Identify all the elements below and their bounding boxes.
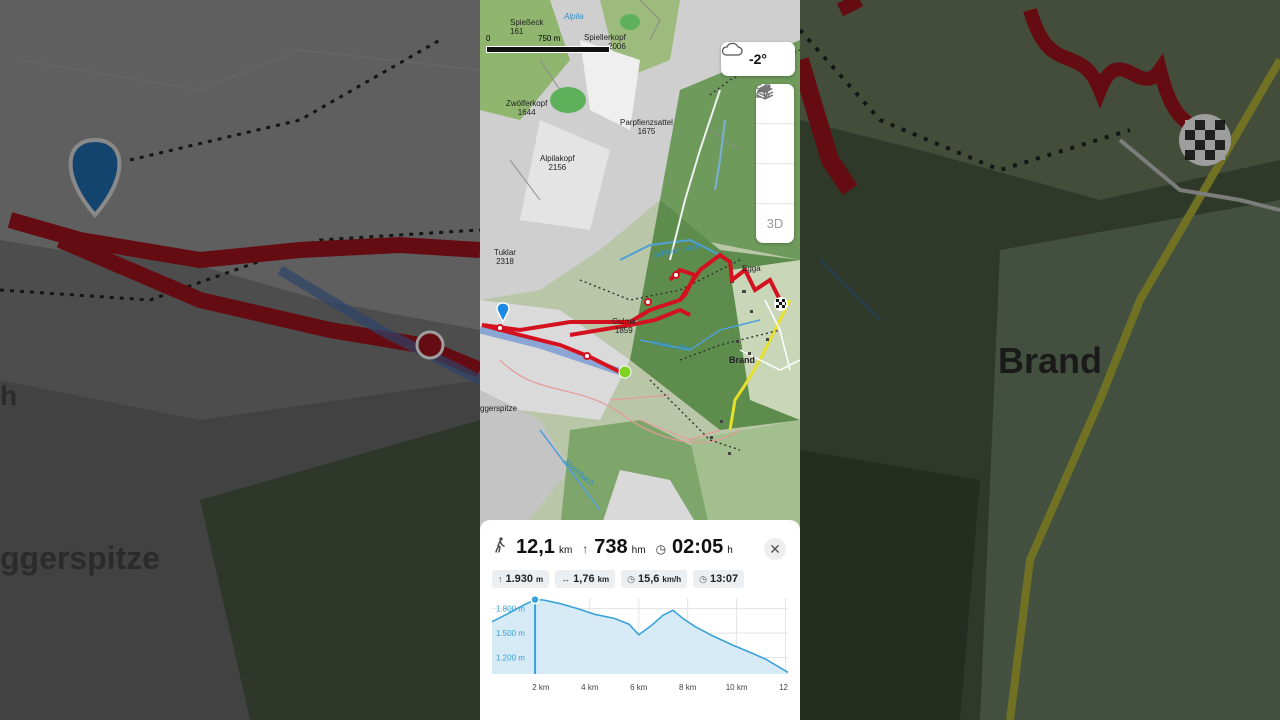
duration-unit: h: [727, 545, 733, 556]
profile-x-tick-label: 2 km: [532, 683, 550, 692]
map-place-parpfienzsattel: Parpfienzsattel 1675: [620, 118, 673, 136]
chip-speed-unit: km/h: [662, 575, 682, 584]
map-controls: 3D: [756, 84, 794, 243]
profile-cursor-dot[interactable]: [530, 594, 540, 605]
chip-time[interactable]: ◷ 13:07: [693, 570, 745, 588]
profile-x-tick-label: 8 km: [679, 683, 697, 692]
cloud-icon: [721, 42, 743, 56]
phone-screen: Spießeck 161 Alpila Spiellerkopf 2006 Zwöl…: [480, 0, 800, 720]
topo-map[interactable]: Spießeck 161 Alpila Spiellerkopf 2006 Zwöl…: [480, 0, 800, 530]
close-icon: ✕: [769, 540, 781, 557]
chip-distance-unit: km: [597, 575, 610, 584]
start-pin-icon[interactable]: [495, 302, 511, 324]
chip-time-value: 13:07: [709, 573, 739, 585]
map-scale-bar: 0 750 m: [486, 34, 610, 53]
speedometer-icon: ◷: [627, 574, 635, 584]
chip-elevation-unit: m: [536, 575, 544, 584]
scale-bar-line: [486, 46, 610, 53]
profile-x-tick-label: 12 l: [779, 683, 790, 692]
distance-value: 12,1: [516, 536, 555, 558]
map-place-tuklar: Tuklar 2318: [494, 248, 516, 266]
duration-value: 02:05: [672, 536, 724, 558]
route-stats: 12,1 km ↑ 738 hm ◷ 02:05 h: [494, 536, 739, 559]
map-place-brand: Brand: [729, 355, 756, 365]
background-place-label: ggerspitze: [0, 540, 161, 576]
map-place-gulma: Gulma 1859: [612, 317, 636, 335]
weather-widget[interactable]: -2°: [721, 42, 795, 76]
distance-unit: km: [558, 545, 573, 556]
detail-chips: ↑ 1.930 m ↔ 1,76 km ◷ 15,6 km/h ◷ 13:07: [492, 570, 745, 588]
ascent-unit: hm: [631, 545, 646, 556]
map-place-alpilakopf: Alpilakopf 2156: [540, 154, 575, 172]
profile-y-tick-label: 1.200 m: [496, 654, 525, 663]
3d-button[interactable]: 3D: [756, 204, 794, 243]
chip-speed[interactable]: ◷ 15,6 km/h: [621, 570, 688, 588]
horizontal-arrows-icon: ↔: [561, 574, 571, 584]
background-map-right: Brand: [800, 0, 1280, 720]
fullscreen-button[interactable]: [756, 84, 794, 204]
scale-zero-label: 0: [486, 34, 491, 43]
chip-distance-value: 1,76: [573, 573, 595, 585]
background-map-left: ggerspitze h: [0, 0, 480, 720]
background-town-label: Brand: [998, 340, 1103, 381]
profile-x-tick-label: 4 km: [581, 683, 599, 692]
route-summary-panel: 12,1 km ↑ 738 hm ◷ 02:05 h ✕ ↑ 1.930 m ↔ 1,…: [480, 520, 800, 720]
temperature-value: -2°: [748, 51, 768, 67]
arrow-up-icon: ↑: [498, 574, 503, 584]
elevation-profile-chart[interactable]: 1.800 m 1.500 m 1.200 m 2 km 4 km 6 km 8 km 10 …: [491, 594, 792, 694]
map-place-alpila: Alpila: [564, 12, 584, 21]
hiking-icon: [495, 537, 505, 553]
map-place-zwoelferkopf: Zwölferkopf 1644: [506, 99, 548, 117]
chip-speed-value: 15,6: [638, 573, 660, 585]
background-edge-letter: h: [0, 380, 18, 411]
map-place-egga: Egga: [742, 264, 761, 273]
clock-icon: ◷: [655, 542, 667, 556]
chip-elevation-value: 1.930: [505, 573, 534, 585]
elevation-profile[interactable]: 1.800 m 1.500 m 1.200 m 2 km 4 km 6 km 8 km 10 …: [491, 594, 792, 694]
profile-y-tick-label: 1.500 m: [496, 629, 525, 638]
profile-x-tick-label: 10 km: [726, 683, 748, 692]
map-place-ggerspitze: ggerspitze: [480, 404, 517, 413]
chip-distance[interactable]: ↔ 1,76 km: [555, 570, 616, 588]
expand-icon: [756, 84, 770, 98]
profile-x-tick-label: 6 km: [630, 683, 648, 692]
layers-button[interactable]: [756, 85, 794, 164]
chip-elevation[interactable]: ↑ 1.930 m: [492, 570, 550, 588]
profile-y-tick-label: 1.800 m: [496, 605, 525, 614]
ascent-icon: ↑: [582, 542, 589, 556]
profile-area: [492, 599, 788, 674]
clock-icon: ◷: [699, 574, 707, 584]
ascent-value: 738: [594, 536, 628, 558]
scale-distance-label: 750 m: [538, 34, 561, 43]
close-button[interactable]: ✕: [764, 538, 786, 560]
